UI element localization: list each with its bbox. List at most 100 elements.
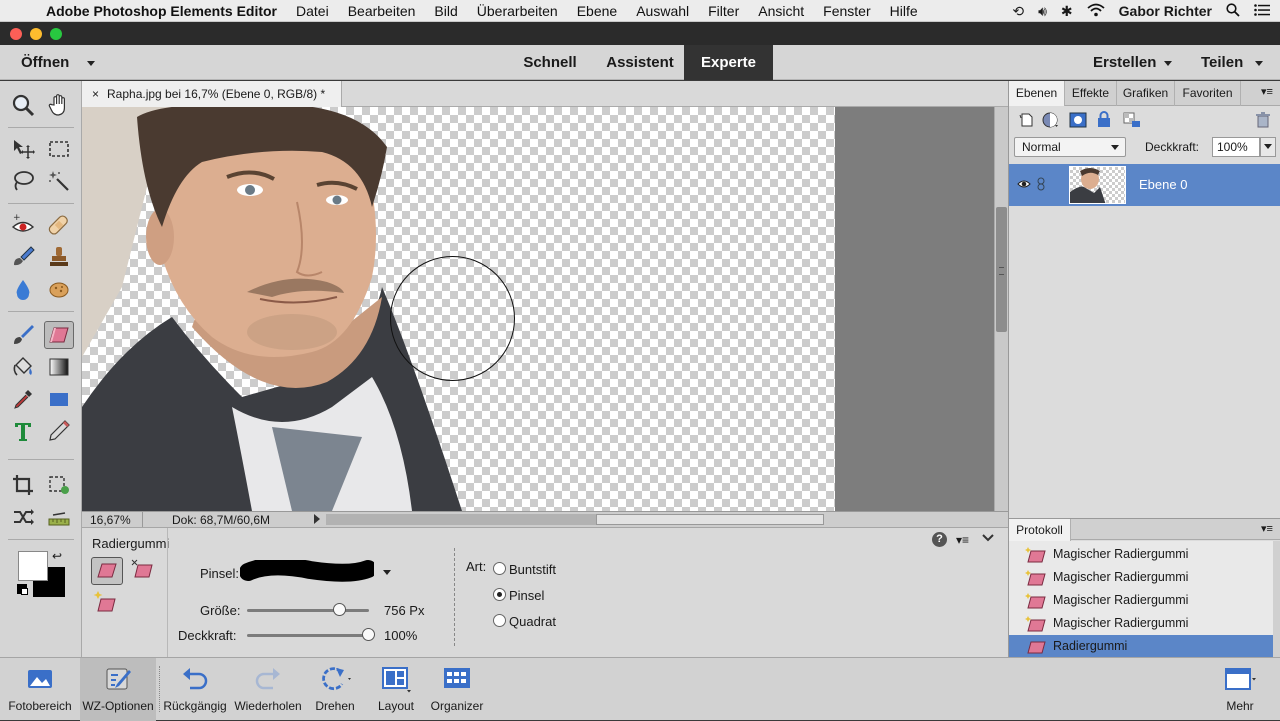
- default-colors-icon[interactable]: [17, 584, 28, 595]
- history-item[interactable]: Magischer Radiergummi: [1009, 612, 1273, 635]
- menu-fenster[interactable]: Fenster: [823, 3, 870, 19]
- menu-filter[interactable]: Filter: [708, 3, 739, 19]
- content-aware-move-icon[interactable]: [8, 503, 38, 531]
- menu-auswahl[interactable]: Auswahl: [636, 3, 689, 19]
- collapse-options-icon[interactable]: [982, 532, 994, 547]
- move-tool-icon[interactable]: [8, 135, 38, 163]
- sponge-tool-icon[interactable]: [44, 275, 74, 303]
- menu-ueberarbeiten[interactable]: Überarbeiten: [477, 3, 558, 19]
- straighten-tool-icon[interactable]: [44, 503, 74, 531]
- adjustment-layer-icon[interactable]: [1041, 111, 1061, 129]
- visibility-eye-icon[interactable]: [1017, 178, 1031, 190]
- lock-all-icon[interactable]: [1097, 111, 1111, 128]
- opacity-value[interactable]: 100%: [384, 628, 417, 643]
- menu-hilfe[interactable]: Hilfe: [890, 3, 918, 19]
- document-tab[interactable]: × Rapha.jpg bei 16,7% (Ebene 0, RGB/8) *: [82, 81, 342, 107]
- status-menu-arrow-icon[interactable]: [314, 514, 320, 524]
- blend-mode-select[interactable]: Normal: [1014, 137, 1126, 157]
- history-item[interactable]: Magischer Radiergummi: [1009, 589, 1273, 612]
- tab-grafiken[interactable]: Grafiken: [1117, 81, 1175, 106]
- mode-guided-tab[interactable]: Assistent: [596, 45, 684, 80]
- type-radio-quadrat[interactable]: [493, 614, 506, 627]
- tab-protokoll[interactable]: Protokoll: [1009, 519, 1071, 541]
- history-scrollbar[interactable]: [1273, 541, 1280, 657]
- organizer-button[interactable]: Organizer: [424, 658, 490, 721]
- type-option-pinsel[interactable]: Pinsel: [509, 588, 544, 603]
- type-tool-icon[interactable]: [8, 417, 38, 445]
- type-radio-buntstift[interactable]: [493, 562, 506, 575]
- spotlight-search-icon[interactable]: [1226, 2, 1240, 20]
- brush-dropdown-icon[interactable]: [383, 570, 391, 575]
- smart-brush-icon[interactable]: [8, 243, 38, 271]
- magic-eraser-button[interactable]: [91, 590, 121, 618]
- quick-selection-icon[interactable]: [44, 167, 74, 195]
- pencil-tool-icon[interactable]: [44, 417, 74, 445]
- zoom-level[interactable]: 16,67%: [90, 513, 131, 527]
- wifi-icon[interactable]: [1087, 3, 1105, 20]
- time-machine-icon[interactable]: ⟲: [1012, 3, 1024, 20]
- user-name[interactable]: Gabor Richter: [1119, 3, 1212, 19]
- open-button[interactable]: Öffnen: [21, 45, 96, 80]
- foreground-color-swatch[interactable]: [18, 551, 48, 581]
- type-radio-pinsel[interactable]: [493, 588, 506, 601]
- brush-tool-icon[interactable]: [8, 321, 38, 349]
- new-layer-icon[interactable]: [1019, 112, 1035, 128]
- lock-transparent-icon[interactable]: [1123, 112, 1141, 128]
- horizontal-scroll-thumb[interactable]: [596, 514, 824, 525]
- rectangular-marquee-icon[interactable]: [44, 135, 74, 163]
- panel-menu-icon[interactable]: ▾≡: [1261, 85, 1273, 98]
- size-slider[interactable]: [247, 609, 369, 612]
- link-icon[interactable]: [1037, 177, 1045, 191]
- layer-opacity-input[interactable]: 100%: [1212, 137, 1260, 157]
- eraser-mode-button[interactable]: [91, 557, 123, 585]
- window-minimize-button[interactable]: [30, 28, 42, 40]
- menu-datei[interactable]: Datei: [296, 3, 329, 19]
- paint-bucket-icon[interactable]: [8, 353, 38, 381]
- swap-colors-icon[interactable]: ↩: [52, 549, 62, 563]
- spot-healing-icon[interactable]: [44, 211, 74, 239]
- background-eraser-button[interactable]: [128, 557, 158, 585]
- notification-center-icon[interactable]: [1254, 3, 1270, 19]
- history-item-selected[interactable]: Radiergummi: [1009, 635, 1273, 657]
- bluetooth-icon[interactable]: ✱: [1061, 3, 1073, 20]
- photo-bin-button[interactable]: Fotobereich: [0, 658, 80, 721]
- redo-button[interactable]: Wiederholen: [230, 658, 306, 721]
- lasso-tool-icon[interactable]: [8, 167, 38, 195]
- tab-favoriten[interactable]: Favoriten: [1175, 81, 1241, 106]
- opacity-slider-knob[interactable]: [362, 628, 375, 641]
- share-button[interactable]: Teilen: [1201, 45, 1264, 80]
- eraser-tool-icon[interactable]: [44, 321, 74, 349]
- mode-expert-tab[interactable]: Experte: [684, 45, 773, 80]
- window-close-button[interactable]: [10, 28, 22, 40]
- brush-preset-picker[interactable]: [239, 557, 377, 584]
- layer-name[interactable]: Ebene 0: [1139, 177, 1187, 192]
- tab-effekte[interactable]: Effekte: [1065, 81, 1117, 106]
- panel-menu-icon[interactable]: ▾≡: [1261, 522, 1273, 535]
- shape-tool-icon[interactable]: [44, 385, 74, 413]
- help-icon[interactable]: ?: [932, 532, 947, 547]
- canvas-area[interactable]: [82, 107, 994, 511]
- zoom-tool-icon[interactable]: [8, 91, 38, 119]
- layer-row[interactable]: Ebene 0: [1009, 164, 1280, 206]
- hand-tool-icon[interactable]: [44, 91, 74, 119]
- menu-ebene[interactable]: Ebene: [577, 3, 617, 19]
- panel-menu-icon[interactable]: ▾≡: [956, 533, 969, 547]
- history-item[interactable]: Magischer Radiergummi: [1009, 566, 1273, 589]
- canvas-vertical-scrollbar[interactable]: [994, 107, 1008, 511]
- type-option-quadrat[interactable]: Quadrat: [509, 614, 556, 629]
- menu-bild[interactable]: Bild: [434, 3, 457, 19]
- size-slider-knob[interactable]: [332, 603, 346, 616]
- blur-tool-icon[interactable]: [8, 275, 38, 303]
- clone-stamp-icon[interactable]: [44, 243, 74, 271]
- mode-quick-tab[interactable]: Schnell: [510, 45, 590, 80]
- volume-icon[interactable]: 🔊︎: [1038, 3, 1047, 20]
- tool-options-button[interactable]: WZ-Optionen: [80, 658, 156, 721]
- delete-layer-icon[interactable]: [1255, 111, 1271, 128]
- eyedropper-icon[interactable]: [8, 385, 38, 413]
- undo-button[interactable]: Rückgängig: [160, 658, 230, 721]
- opacity-slider[interactable]: [247, 634, 369, 637]
- layer-opacity-dropdown[interactable]: [1260, 137, 1276, 157]
- type-option-buntstift[interactable]: Buntstift: [509, 562, 556, 577]
- window-zoom-button[interactable]: [50, 28, 62, 40]
- crop-tool-icon[interactable]: [8, 471, 38, 499]
